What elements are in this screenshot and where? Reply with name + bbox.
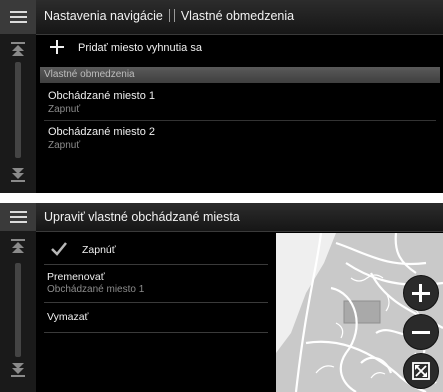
divider — [44, 264, 268, 265]
zoom-in-button[interactable] — [403, 275, 439, 311]
navigation-settings-screen: Nastavenia navigácie Vlastné obmedzenia P… — [0, 0, 443, 193]
scroll-up-icon[interactable] — [11, 239, 25, 253]
menu-button[interactable] — [0, 0, 36, 34]
menu-button[interactable] — [0, 203, 36, 231]
title-bar: Nastavenia navigácie Vlastné obmedzenia — [0, 0, 443, 35]
divider — [44, 302, 268, 303]
scroll-down-icon[interactable] — [11, 168, 25, 182]
checkmark-icon — [51, 242, 67, 256]
edit-avoided-places-screen: Upraviť vlastné obchádzané miesta Zapnúť… — [0, 203, 443, 392]
menu-icon — [10, 211, 27, 213]
title-bar: Upraviť vlastné obchádzané miesta — [0, 203, 443, 232]
zoom-out-icon — [412, 331, 430, 334]
menu-icon — [10, 11, 27, 13]
page-subtitle: Vlastné obmedzenia — [180, 9, 295, 23]
scrollbar[interactable] — [0, 231, 36, 392]
section-header: Vlastné obmedzenia — [40, 67, 440, 83]
scroll-track[interactable] — [15, 62, 21, 158]
scrollbar[interactable] — [0, 34, 36, 193]
delete-button[interactable]: Vymazať — [44, 305, 268, 333]
plus-icon — [50, 40, 64, 54]
scroll-track[interactable] — [15, 263, 21, 357]
zoom-out-button[interactable] — [403, 314, 439, 350]
page-title: Upraviť vlastné obchádzané miesta — [44, 210, 240, 224]
enable-toggle[interactable]: Zapnúť — [44, 235, 268, 265]
fit-view-button[interactable] — [403, 353, 439, 389]
rename-button[interactable]: Premenovať Obchádzané miesto 1 — [44, 267, 268, 303]
page-title: Nastavenia navigácie Vlastné obmedzenia — [44, 9, 295, 23]
fit-view-icon — [412, 362, 430, 380]
scroll-down-icon[interactable] — [11, 363, 25, 377]
scroll-up-icon[interactable] — [11, 42, 25, 56]
list-item[interactable]: Obchádzané miesto 2 Zapnuť — [40, 121, 440, 157]
title-separator — [168, 9, 175, 22]
list-item[interactable]: Obchádzané miesto 1 Zapnuť — [40, 85, 440, 121]
divider — [44, 332, 268, 333]
add-avoid-place-button[interactable]: Pridať miesto vyhnutia sa — [40, 36, 440, 64]
